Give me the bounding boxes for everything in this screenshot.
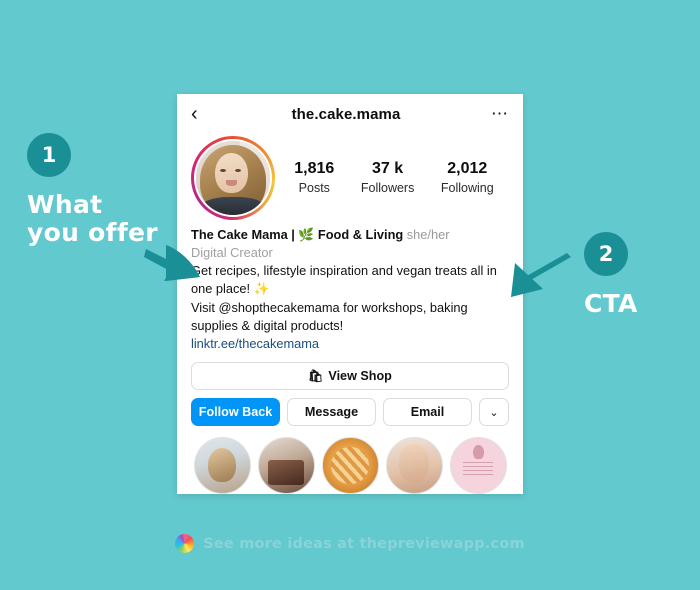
email-button[interactable]: Email — [383, 398, 472, 427]
stat-following-value: 2,012 — [447, 160, 488, 178]
annotation-2: 2 CTA — [584, 232, 638, 318]
stat-posts[interactable]: 1,816 Posts — [294, 159, 334, 197]
avatar-image — [194, 139, 272, 217]
bio-category: Digital Creator — [191, 245, 273, 261]
highlight-item[interactable]: Bliss Market — [256, 437, 316, 494]
annotation-1-badge: 1 — [27, 133, 71, 177]
annotation-1-label-line2: you offer — [27, 218, 158, 247]
highlight-cover — [385, 437, 443, 494]
highlight-item[interactable]: FALSCARA — [384, 437, 444, 494]
stat-posts-value: 1,816 — [294, 160, 335, 178]
arrow-down-right-icon — [144, 245, 200, 281]
stat-following[interactable]: 2,012 Following — [441, 159, 494, 197]
profile-header: ‹ the.cake.mama ⋯ — [177, 94, 523, 134]
view-shop-button[interactable]: 🛍 View Shop — [191, 362, 509, 391]
highlight-cover — [193, 437, 251, 494]
profile-username: the.cake.mama — [291, 105, 401, 123]
footer: See more ideas at thepreviewapp.com — [0, 534, 700, 553]
profile-actions: 🛍 View Shop Follow Back Message Email ⌄ — [177, 353, 523, 427]
highlight-cover — [257, 437, 315, 494]
follow-back-button[interactable]: Follow Back — [191, 398, 280, 427]
story-highlights: WELCOME! Bliss Market SOUP FALSCARA BBL … — [177, 426, 523, 494]
highlight-cover — [449, 437, 507, 494]
stat-posts-label: Posts — [298, 180, 330, 195]
chevron-down-icon[interactable]: ⌄ — [479, 398, 509, 427]
stat-followers[interactable]: 37 k Followers — [361, 159, 415, 197]
highlight-item[interactable]: WELCOME! — [192, 437, 252, 494]
annotation-2-badge: 2 — [584, 232, 628, 276]
stat-following-label: Following — [440, 180, 494, 195]
bio-line-1: Get recipes, lifestyle inspiration and v… — [191, 263, 497, 297]
arrow-down-left-icon — [511, 253, 571, 297]
stat-followers-value: 37 k — [372, 160, 404, 178]
annotation-2-label: CTA — [584, 289, 638, 318]
bio-link[interactable]: linktr.ee/thecakemama — [191, 335, 509, 353]
preview-app-logo-icon — [175, 534, 195, 553]
action-button-row: Follow Back Message Email ⌄ — [191, 398, 509, 427]
shopping-bag-icon: 🛍 — [308, 369, 324, 384]
bio-name-row: The Cake Mama | 🌿 Food & Living she/her — [191, 226, 509, 244]
highlight-cover — [321, 437, 379, 494]
annotation-1-label-line1: What — [27, 190, 103, 219]
message-button[interactable]: Message — [287, 398, 376, 427]
highlight-item[interactable]: SOUP — [320, 437, 380, 494]
profile-avatar[interactable] — [191, 136, 275, 220]
annotation-1: 1 What you offer — [27, 133, 158, 247]
profile-bio: The Cake Mama | 🌿 Food & Living she/her … — [177, 220, 523, 353]
bio-line-2: Visit @shopthecakemama for workshops, ba… — [191, 299, 468, 333]
highlight-item[interactable]: BBL LASER — [448, 437, 508, 494]
annotation-1-label: What you offer — [27, 191, 158, 247]
footer-text: See more ideas at thepreviewapp.com — [203, 535, 525, 552]
bio-display-name: The Cake Mama | 🌿 Food & Living — [191, 227, 404, 242]
ellipsis-icon[interactable]: ⋯ — [487, 105, 509, 122]
bio-pronouns: she/her — [406, 227, 450, 242]
profile-summary-row: 1,816 Posts 37 k Followers 2,012 Followi… — [177, 134, 523, 220]
profile-stats: 1,816 Posts 37 k Followers 2,012 Followi… — [275, 159, 509, 197]
view-shop-label: View Shop — [328, 369, 392, 384]
instagram-profile-card: ‹ the.cake.mama ⋯ 1,816 Posts 37 k Follo… — [177, 94, 523, 494]
stat-followers-label: Followers — [360, 180, 415, 195]
